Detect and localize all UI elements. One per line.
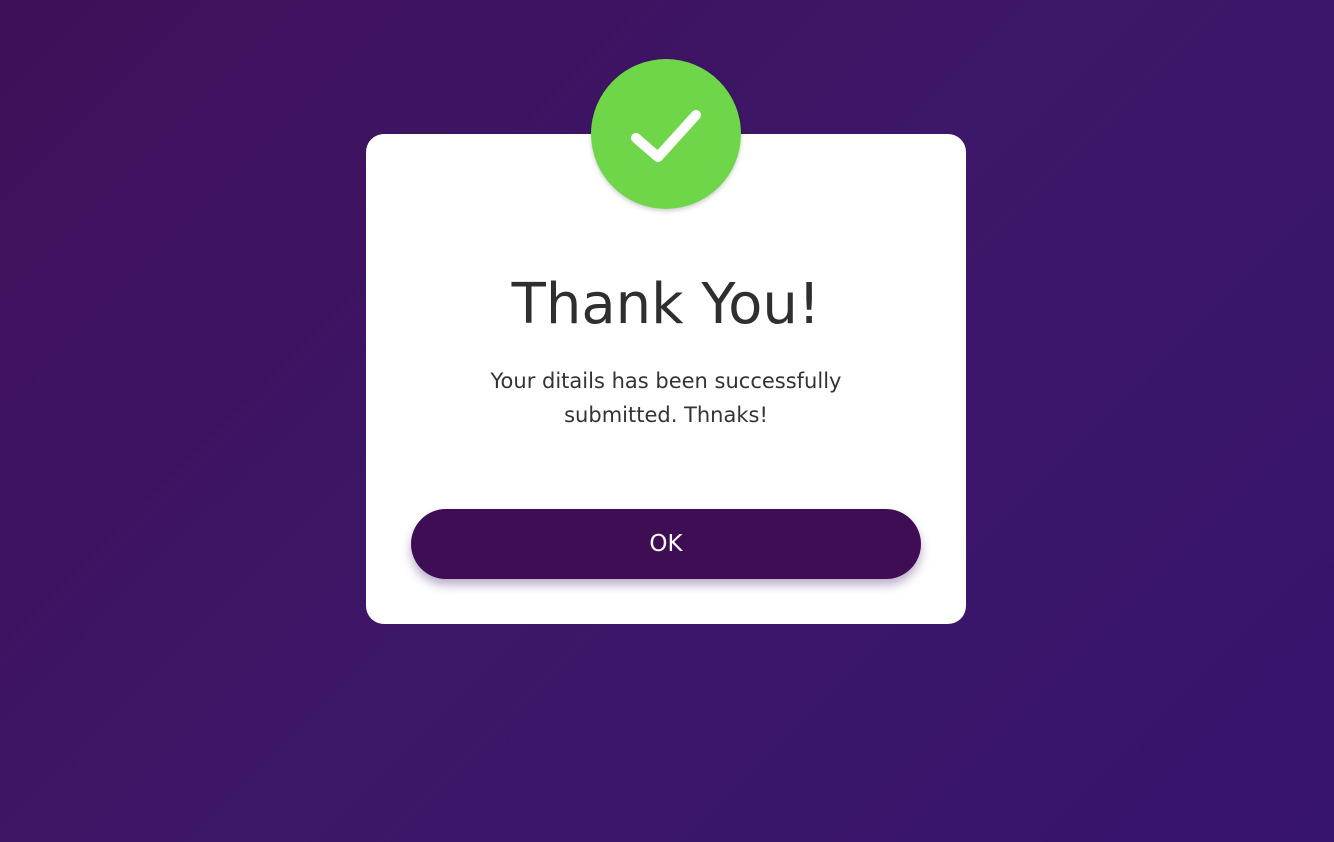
check-icon <box>591 59 741 209</box>
success-popup: Thank You! Your ditails has been success… <box>366 59 966 624</box>
popup-title: Thank You! <box>511 272 821 337</box>
success-badge <box>591 59 741 209</box>
ok-button[interactable]: OK <box>411 509 921 579</box>
check-icon-circle <box>591 59 741 209</box>
popup-message: Your ditails has been successfully submi… <box>490 369 842 427</box>
